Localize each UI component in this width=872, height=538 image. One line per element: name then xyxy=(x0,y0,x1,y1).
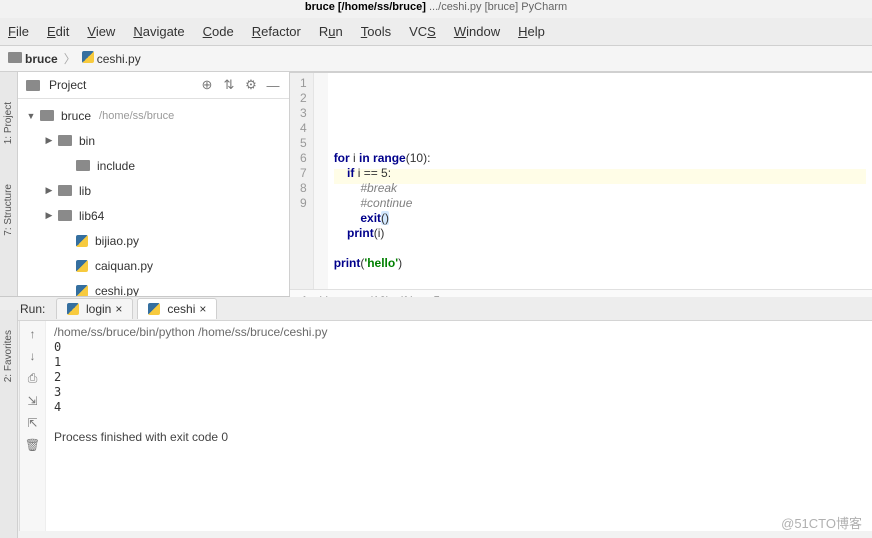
menu-file[interactable]: File xyxy=(8,24,29,39)
python-icon xyxy=(148,303,160,315)
folder-icon xyxy=(58,135,72,146)
tree-include[interactable]: include xyxy=(18,153,289,178)
import-icon[interactable]: ⇱ xyxy=(27,416,37,430)
run-toolbar-secondary: ↑ ↓ ⎙ ⇲ ⇱ 🗑 xyxy=(20,321,46,531)
tree-lib64[interactable]: ▶lib64 xyxy=(18,203,289,228)
menu-refactor[interactable]: Refactor xyxy=(252,24,301,39)
trash-icon[interactable]: 🗑 xyxy=(25,438,40,452)
run-header: Run: login ×ceshi × xyxy=(0,297,872,321)
fold-column xyxy=(314,73,328,289)
left-tool-strip-lower: 2: Favorites xyxy=(0,310,18,538)
down-icon[interactable]: ↓ xyxy=(30,349,36,363)
folder-icon xyxy=(76,160,90,171)
folder-icon xyxy=(26,80,40,91)
close-icon[interactable]: × xyxy=(115,302,122,316)
menu-run[interactable]: Run xyxy=(319,24,343,39)
python-icon xyxy=(76,260,88,272)
run-tab-ceshi[interactable]: ceshi × xyxy=(137,298,217,319)
folder-icon xyxy=(40,110,54,121)
collapse-icon[interactable]: ⇅ xyxy=(221,77,237,93)
breadcrumb-sep: 〉 xyxy=(64,50,76,67)
side-tab-project[interactable]: 1: Project xyxy=(3,102,14,144)
tree-caiquan-py[interactable]: caiquan.py xyxy=(18,253,289,278)
breadcrumb-root[interactable]: bruce xyxy=(8,52,58,66)
folder-icon xyxy=(58,185,72,196)
side-tab-favorites[interactable]: 2: Favorites xyxy=(3,330,14,382)
code-text[interactable]: for i in range(10): if i == 5: #break #c… xyxy=(328,73,872,289)
tree-lib[interactable]: ▶lib xyxy=(18,178,289,203)
tree-bruce[interactable]: ▼bruce/home/ss/bruce xyxy=(18,103,289,128)
python-icon xyxy=(76,235,88,247)
side-tab-structure[interactable]: 7: Structure xyxy=(3,184,14,236)
gear-icon[interactable]: ⚙ xyxy=(243,77,259,93)
project-panel-header: Project ⊕ ⇅ ⚙ — xyxy=(18,72,289,99)
tree-bijiao-py[interactable]: bijiao.py xyxy=(18,228,289,253)
print-icon[interactable]: ⎙ xyxy=(28,371,38,386)
menu-navigate[interactable]: Navigate xyxy=(133,24,184,39)
close-icon[interactable]: × xyxy=(199,302,206,316)
window-title: bruce [/home/ss/bruce] .../ceshi.py [bru… xyxy=(0,0,872,18)
menu-code[interactable]: Code xyxy=(203,24,234,39)
menu-vcs[interactable]: VCS xyxy=(409,24,436,39)
watermark: @51CTO博客 xyxy=(781,513,862,532)
menu-bar: File Edit View Navigate Code Refactor Run Tools… xyxy=(0,18,872,45)
run-panel: Run: login ×ceshi × ⤓ 📌 ↑ ↓ ⎙ ⇲ ⇱ 🗑 /hom… xyxy=(0,296,872,531)
python-icon xyxy=(76,285,88,297)
code-area[interactable]: 123456789 for i in range(10): if i == 5:… xyxy=(290,73,872,289)
editor: caiquan.py×runyue.py×bijiao.py×day.py×nu… xyxy=(290,72,872,296)
python-icon xyxy=(67,303,79,315)
project-tree: ▼bruce/home/ss/bruce▶bininclude▶lib▶lib6… xyxy=(18,99,289,296)
hide-icon[interactable]: — xyxy=(265,77,281,93)
folder-icon xyxy=(58,210,72,221)
up-icon[interactable]: ↑ xyxy=(30,327,36,341)
run-label: Run: xyxy=(20,302,56,316)
menu-edit[interactable]: Edit xyxy=(47,24,69,39)
tree-ceshi-py[interactable]: ceshi.py xyxy=(18,278,289,296)
console-output[interactable]: /home/ss/bruce/bin/python /home/ss/bruce… xyxy=(46,321,872,531)
breadcrumb: bruce 〉 ceshi.py xyxy=(0,45,872,72)
run-tab-login[interactable]: login × xyxy=(56,298,133,319)
export-icon[interactable]: ⇲ xyxy=(27,394,37,408)
gutter: 123456789 xyxy=(290,73,314,289)
left-tool-strip: 1: Project 7: Structure xyxy=(0,72,18,296)
menu-window[interactable]: Window xyxy=(454,24,500,39)
locate-icon[interactable]: ⊕ xyxy=(199,77,215,93)
breadcrumb-file[interactable]: ceshi.py xyxy=(82,51,141,66)
project-panel: Project ⊕ ⇅ ⚙ — ▼bruce/home/ss/bruce▶bin… xyxy=(18,72,290,296)
menu-help[interactable]: Help xyxy=(518,24,545,39)
menu-tools[interactable]: Tools xyxy=(361,24,391,39)
tree-bin[interactable]: ▶bin xyxy=(18,128,289,153)
menu-view[interactable]: View xyxy=(87,24,115,39)
project-panel-title: Project xyxy=(49,78,193,92)
